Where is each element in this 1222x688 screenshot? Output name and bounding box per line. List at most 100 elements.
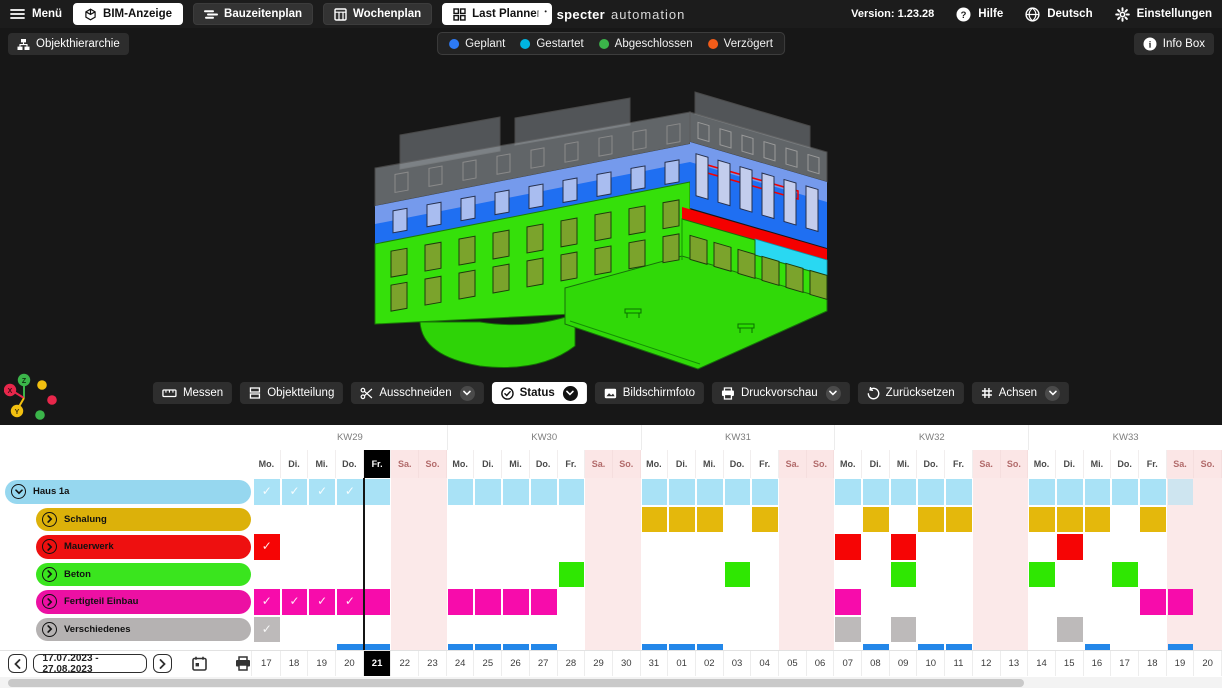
axis-gizmo[interactable]: Z X Y <box>4 368 62 422</box>
tool-status-button[interactable]: Status <box>492 382 587 404</box>
gantt-cell[interactable] <box>835 589 861 615</box>
gantt-cell[interactable] <box>642 507 668 533</box>
gantt-cell[interactable] <box>475 479 501 505</box>
gantt-cell[interactable] <box>725 562 751 588</box>
gantt-cell[interactable] <box>918 507 944 533</box>
language-button[interactable]: Deutsch <box>1025 7 1092 22</box>
tab-bauzeitenplan[interactable]: Bauzeitenplan <box>193 3 313 25</box>
date-cell[interactable]: 30 <box>613 651 641 676</box>
gantt-cell[interactable] <box>725 479 751 505</box>
tool-objektteilung-button[interactable]: Objektteilung <box>240 382 343 404</box>
gantt-cell[interactable] <box>863 479 889 505</box>
gantt-cell[interactable] <box>918 479 944 505</box>
date-cell[interactable]: 31 <box>641 651 669 676</box>
date-cell[interactable]: 16 <box>1084 651 1112 676</box>
date-cell[interactable]: 29 <box>585 651 613 676</box>
row-pill-haus-1a[interactable]: Haus 1a <box>5 480 251 504</box>
gantt-cell[interactable]: ✓ <box>337 479 363 505</box>
date-cell[interactable]: 18 <box>1139 651 1167 676</box>
gantt-cell[interactable]: ✓ <box>337 589 363 615</box>
date-cell[interactable]: 15 <box>1056 651 1084 676</box>
date-cell[interactable]: 07 <box>834 651 862 676</box>
gantt-cell[interactable] <box>669 479 695 505</box>
gantt-cell[interactable] <box>1168 589 1194 615</box>
date-cell[interactable]: 22 <box>391 651 419 676</box>
chevron-right-icon[interactable] <box>42 594 57 609</box>
date-cell[interactable]: 11 <box>945 651 973 676</box>
dropdown-toggle[interactable] <box>460 386 475 401</box>
gantt-cell[interactable] <box>559 479 585 505</box>
date-cell[interactable]: 02 <box>696 651 724 676</box>
next-period-button[interactable] <box>153 654 172 673</box>
date-cell[interactable]: 12 <box>973 651 1001 676</box>
gantt-cell[interactable]: ✓ <box>309 479 335 505</box>
date-cell[interactable]: 09 <box>890 651 918 676</box>
gantt-cell[interactable] <box>1112 562 1138 588</box>
tool-achsen-button[interactable]: Achsen <box>972 382 1069 404</box>
gantt-cell[interactable] <box>475 589 501 615</box>
prev-period-button[interactable] <box>8 654 27 673</box>
chevron-right-icon[interactable] <box>42 622 57 637</box>
gantt-cell[interactable] <box>863 507 889 533</box>
tool-zurucksetzen-button[interactable]: Zurücksetzen <box>858 382 964 404</box>
dropdown-toggle[interactable] <box>563 386 578 401</box>
date-cell[interactable]: 21 <box>364 651 392 676</box>
gantt-cell[interactable] <box>835 617 861 643</box>
dropdown-toggle[interactable] <box>826 386 841 401</box>
gantt-cell[interactable]: ✓ <box>282 589 308 615</box>
gantt-cell[interactable] <box>835 479 861 505</box>
row-pill-beton[interactable]: Beton <box>36 563 251 587</box>
gantt-cell[interactable]: ✓ <box>254 589 280 615</box>
gantt-cell[interactable] <box>946 479 972 505</box>
date-cell[interactable]: 01 <box>668 651 696 676</box>
gantt-cell[interactable] <box>1140 479 1166 505</box>
tool-ausschneiden-button[interactable]: Ausschneiden <box>351 382 483 404</box>
calendar-button[interactable] <box>192 656 207 671</box>
gantt-cell[interactable]: ✓ <box>282 479 308 505</box>
gantt-cell[interactable] <box>642 479 668 505</box>
date-cell[interactable]: 27 <box>530 651 558 676</box>
tab-wochenplan[interactable]: Wochenplan <box>323 3 432 25</box>
gantt-cell[interactable] <box>1140 589 1166 615</box>
gantt-cell[interactable] <box>559 562 585 588</box>
dropdown-toggle[interactable] <box>1045 386 1060 401</box>
gantt-cell[interactable] <box>946 507 972 533</box>
date-cell[interactable]: 05 <box>779 651 807 676</box>
row-pill-verschiedenes[interactable]: Verschiedenes <box>36 618 251 642</box>
gantt-cell[interactable] <box>531 479 557 505</box>
date-cell[interactable]: 14 <box>1028 651 1056 676</box>
horizontal-scrollbar-thumb[interactable] <box>8 679 1024 687</box>
date-cell[interactable]: 04 <box>751 651 779 676</box>
date-cell[interactable]: 23 <box>419 651 447 676</box>
gantt-cell[interactable] <box>1140 507 1166 533</box>
gantt-cell[interactable] <box>1029 562 1055 588</box>
gantt-cell[interactable] <box>752 479 778 505</box>
gantt-cell[interactable] <box>891 562 917 588</box>
bim-3d-viewport[interactable]: Z X Y <box>0 28 1222 425</box>
settings-button[interactable]: Einstellungen <box>1115 7 1212 22</box>
date-cell[interactable]: 20 <box>336 651 364 676</box>
gantt-cell[interactable] <box>1057 479 1083 505</box>
gantt-cell[interactable] <box>891 534 917 560</box>
gantt-cell[interactable] <box>448 479 474 505</box>
date-cell[interactable]: 13 <box>1001 651 1029 676</box>
tab-bim-anzeige[interactable]: BIM-Anzeige <box>73 3 183 25</box>
gantt-cell[interactable] <box>1168 479 1194 505</box>
chevron-down-icon[interactable] <box>11 484 26 499</box>
menu-button[interactable]: Menü <box>10 8 62 20</box>
date-cell[interactable]: 19 <box>308 651 336 676</box>
date-cell[interactable]: 06 <box>807 651 835 676</box>
date-cell[interactable]: 26 <box>502 651 530 676</box>
tool-bildschirmfoto-button[interactable]: Bildschirmfoto <box>595 382 704 404</box>
gantt-cell[interactable] <box>365 589 391 615</box>
gantt-cell[interactable] <box>1085 479 1111 505</box>
gantt-cell[interactable] <box>697 507 723 533</box>
info-box-button[interactable]: i Info Box <box>1134 33 1214 55</box>
gantt-cell[interactable] <box>1029 507 1055 533</box>
date-cell[interactable]: 17 <box>1111 651 1139 676</box>
row-pill-mauerwerk[interactable]: Mauerwerk <box>36 535 251 559</box>
date-cell[interactable]: 25 <box>474 651 502 676</box>
gantt-cell[interactable] <box>1057 534 1083 560</box>
gantt-cell[interactable] <box>1029 479 1055 505</box>
gantt-cell[interactable]: ✓ <box>254 534 280 560</box>
